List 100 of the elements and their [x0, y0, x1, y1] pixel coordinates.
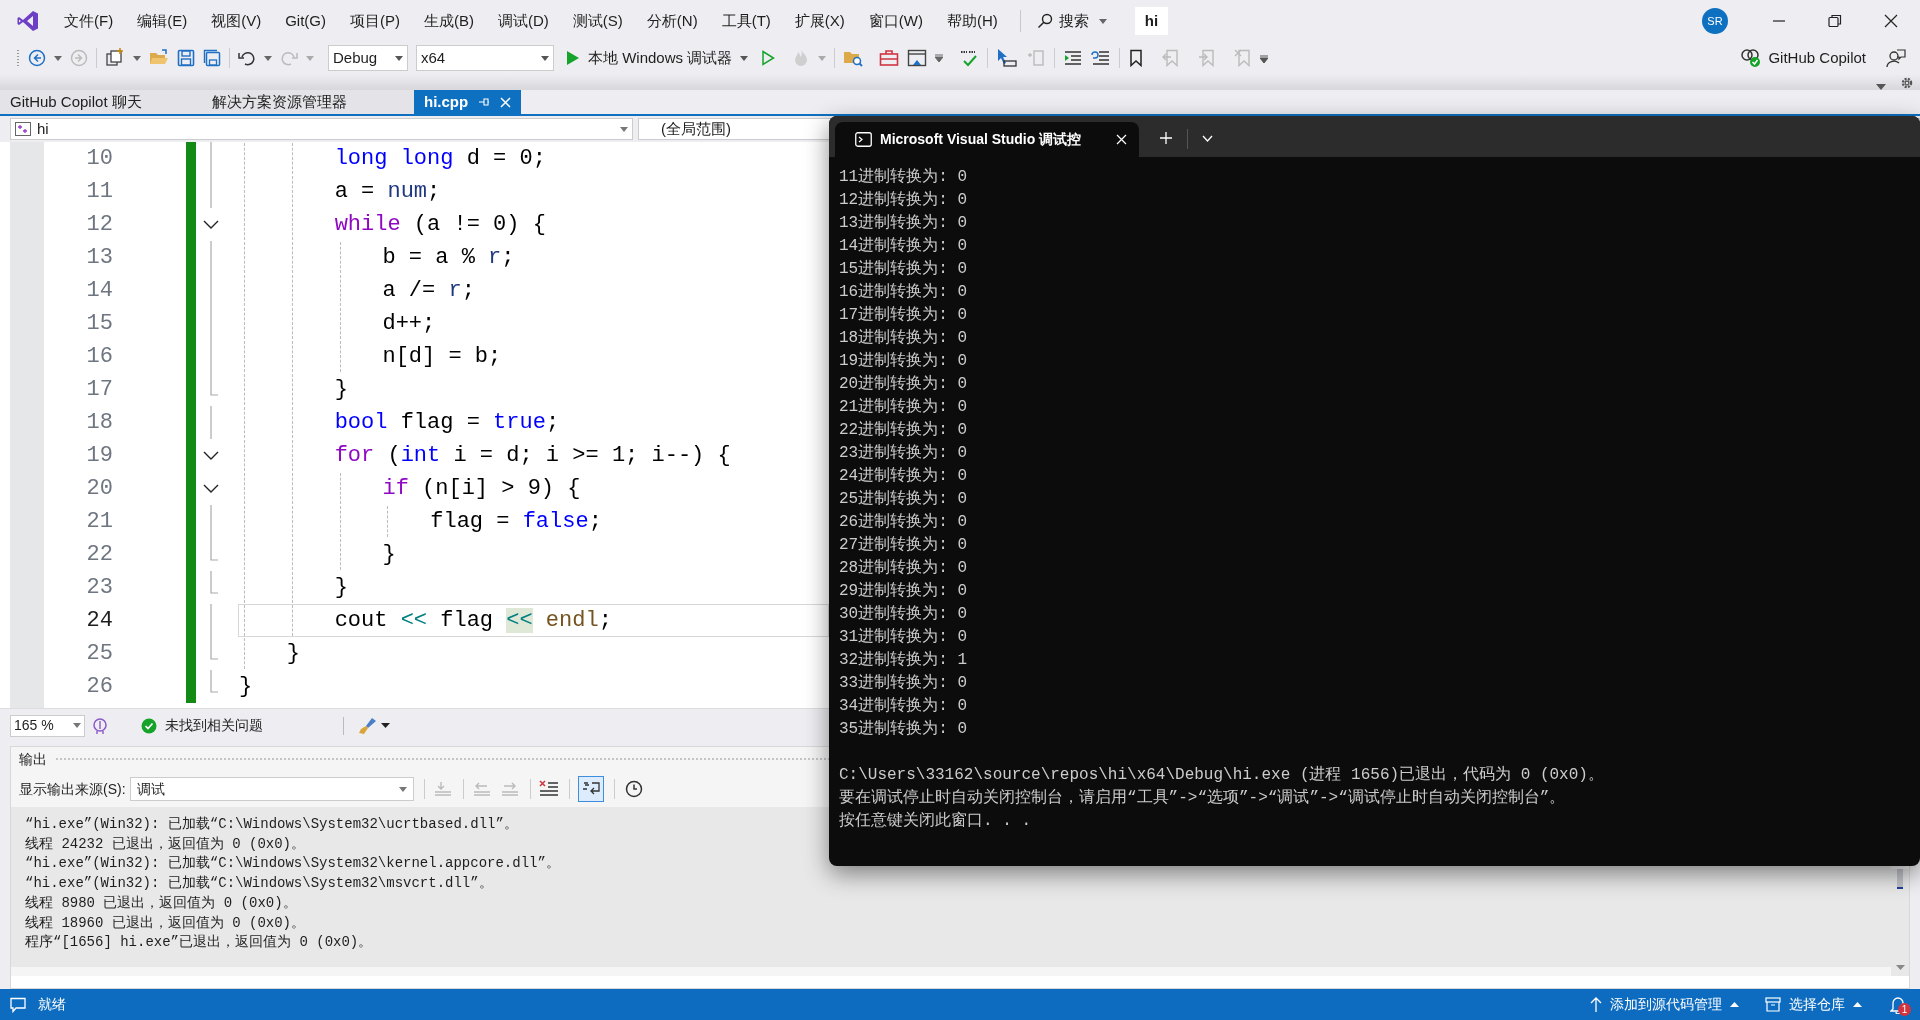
pin-icon[interactable] — [478, 96, 491, 108]
brain-icon[interactable] — [91, 716, 109, 735]
account-avatar[interactable]: SR — [1702, 8, 1728, 34]
code-line: flag = false; — [238, 505, 829, 538]
code-line: } — [238, 673, 254, 701]
caret-up-icon — [1853, 1002, 1862, 1007]
console-line: C:\Users\33162\source\repos\hi\x64\Debug\hi.exe (进程 1656)已退出，代码为 0 (0x0)。 — [839, 765, 1604, 786]
menu-item[interactable]: 编辑(E) — [125, 6, 200, 36]
spell-check-icon[interactable] — [959, 48, 980, 68]
line-number: 26 — [85, 673, 113, 701]
back-icon[interactable] — [28, 49, 46, 67]
word-wrap-toggle[interactable] — [577, 776, 604, 802]
menu-item[interactable]: 工具(T) — [709, 6, 783, 36]
menu-item[interactable]: 生成(B) — [412, 6, 486, 36]
undo-icon[interactable] — [238, 49, 256, 67]
menu-item[interactable]: Git(G) — [273, 6, 338, 36]
line-number: 16 — [85, 343, 113, 371]
code-line: for (int i = d; i >= 1; i--) { — [238, 439, 829, 472]
code-line: long long d = 0; — [238, 142, 829, 175]
panel-title: 输出 — [19, 749, 47, 769]
menu-item[interactable]: 扩展(X) — [782, 6, 857, 36]
zoom-dropdown[interactable]: 165 % — [10, 714, 85, 737]
menu-item[interactable]: 分析(N) — [634, 6, 710, 36]
configuration-dropdown[interactable]: Debug — [328, 45, 408, 71]
caret-icon[interactable] — [381, 723, 390, 728]
scroll-down-icon[interactable] — [1895, 965, 1905, 970]
window-icon[interactable] — [907, 49, 928, 67]
line-number: 11 — [85, 178, 113, 206]
console-line: 29进制转换为: 0 — [839, 581, 967, 602]
console-line: 20进制转换为: 0 — [839, 374, 967, 395]
console-line: 12进制转换为: 0 — [839, 190, 967, 211]
collapse-icon[interactable] — [203, 451, 219, 460]
grip-icon[interactable] — [16, 49, 20, 67]
folder-icon[interactable] — [149, 49, 169, 67]
line-number: 25 — [85, 640, 113, 668]
copilot-button[interactable]: GitHub Copilot — [1736, 45, 1870, 71]
code-line: a /= r; — [238, 274, 829, 307]
feedback-icon[interactable] — [1886, 48, 1906, 68]
menu-item[interactable]: 文件(F) — [52, 6, 126, 36]
repository-icon — [1765, 997, 1781, 1012]
app-logo[interactable] — [16, 9, 40, 33]
menu-item[interactable]: 视图(V) — [199, 6, 274, 36]
console-tab[interactable]: Microsoft Visual Studio 调试控 — [835, 122, 1139, 157]
toolbox-icon[interactable] — [879, 49, 900, 67]
new-tab-icon[interactable] — [1159, 131, 1173, 145]
clock-icon[interactable] — [624, 780, 643, 798]
code-line: a = num; — [238, 175, 829, 208]
pointer-icon[interactable] — [996, 48, 1019, 68]
menu-item[interactable]: 项目(P) — [338, 6, 412, 36]
output-line: 程序“[1656] hi.exe”已退出，返回值为 0 (0x0)。 — [25, 933, 373, 953]
scroll-thumb[interactable] — [1897, 869, 1903, 889]
platform-dropdown[interactable]: x64 — [416, 45, 554, 71]
tab[interactable]: GitHub Copilot 聊天 — [0, 90, 202, 114]
overflow-icon[interactable] — [1260, 53, 1269, 63]
project-dropdown[interactable]: hi — [10, 118, 633, 140]
save-icon[interactable] — [177, 49, 195, 67]
bookmark-icon[interactable] — [1128, 49, 1145, 67]
find-folder-icon[interactable] — [843, 49, 864, 67]
issues-status[interactable]: 未找到相关问题 — [165, 715, 263, 736]
new-project-icon[interactable] — [105, 48, 125, 68]
line-number: 18 — [85, 409, 113, 437]
output-source-dropdown[interactable]: 调试 — [129, 777, 414, 801]
outdent-icon[interactable] — [1091, 49, 1112, 67]
settings-icon[interactable] — [1900, 76, 1914, 90]
line-number: 22 — [85, 541, 113, 569]
indent-icon[interactable] — [1063, 49, 1084, 67]
menu-item[interactable]: 窗口(W) — [856, 6, 935, 36]
line-number: 10 — [85, 145, 113, 173]
code-line: bool flag = true; — [238, 406, 829, 439]
search-button[interactable]: 搜索 — [1030, 7, 1113, 35]
console-line: 23进制转换为: 0 — [839, 443, 967, 464]
clear-all-icon[interactable] — [538, 780, 559, 798]
play-icon — [566, 50, 580, 66]
console-line: 16进制转换为: 0 — [839, 282, 967, 303]
fold-line — [210, 670, 218, 693]
arrow-up-icon — [1590, 996, 1602, 1013]
dropdown-icon[interactable] — [1202, 135, 1213, 142]
save-all-icon[interactable] — [203, 49, 221, 67]
restore-icon[interactable] — [1828, 14, 1842, 28]
code-line: n[d] = b; — [238, 340, 829, 373]
menu-item[interactable]: 调试(D) — [486, 6, 561, 36]
comment-icon[interactable] — [10, 996, 26, 1013]
play-icon[interactable] — [760, 50, 777, 66]
search-icon — [1036, 13, 1053, 29]
menu-item[interactable]: 帮助(H) — [934, 6, 1010, 36]
menu-item[interactable]: 测试(S) — [560, 6, 635, 36]
tab[interactable]: 解决方案资源管理器 — [202, 90, 414, 114]
console-line: 11进制转换为: 0 — [839, 167, 967, 188]
close-icon[interactable] — [1884, 14, 1898, 28]
caret-icon — [541, 55, 549, 61]
repository-button[interactable]: 选择仓库 — [1765, 994, 1862, 1015]
bell-icon[interactable] — [1890, 995, 1906, 1014]
collapse-icon[interactable] — [203, 484, 219, 493]
tab[interactable]: hi.cpp — [414, 90, 522, 114]
scrollbar[interactable] — [1891, 869, 1909, 976]
start-debugging-button[interactable]: 本地 Windows 调试器 — [562, 45, 753, 71]
source-control-button[interactable]: 添加到源代码管理 — [1590, 994, 1739, 1015]
code-line: } — [238, 373, 829, 406]
brush-icon[interactable] — [358, 716, 378, 735]
collapse-icon[interactable] — [203, 220, 219, 229]
